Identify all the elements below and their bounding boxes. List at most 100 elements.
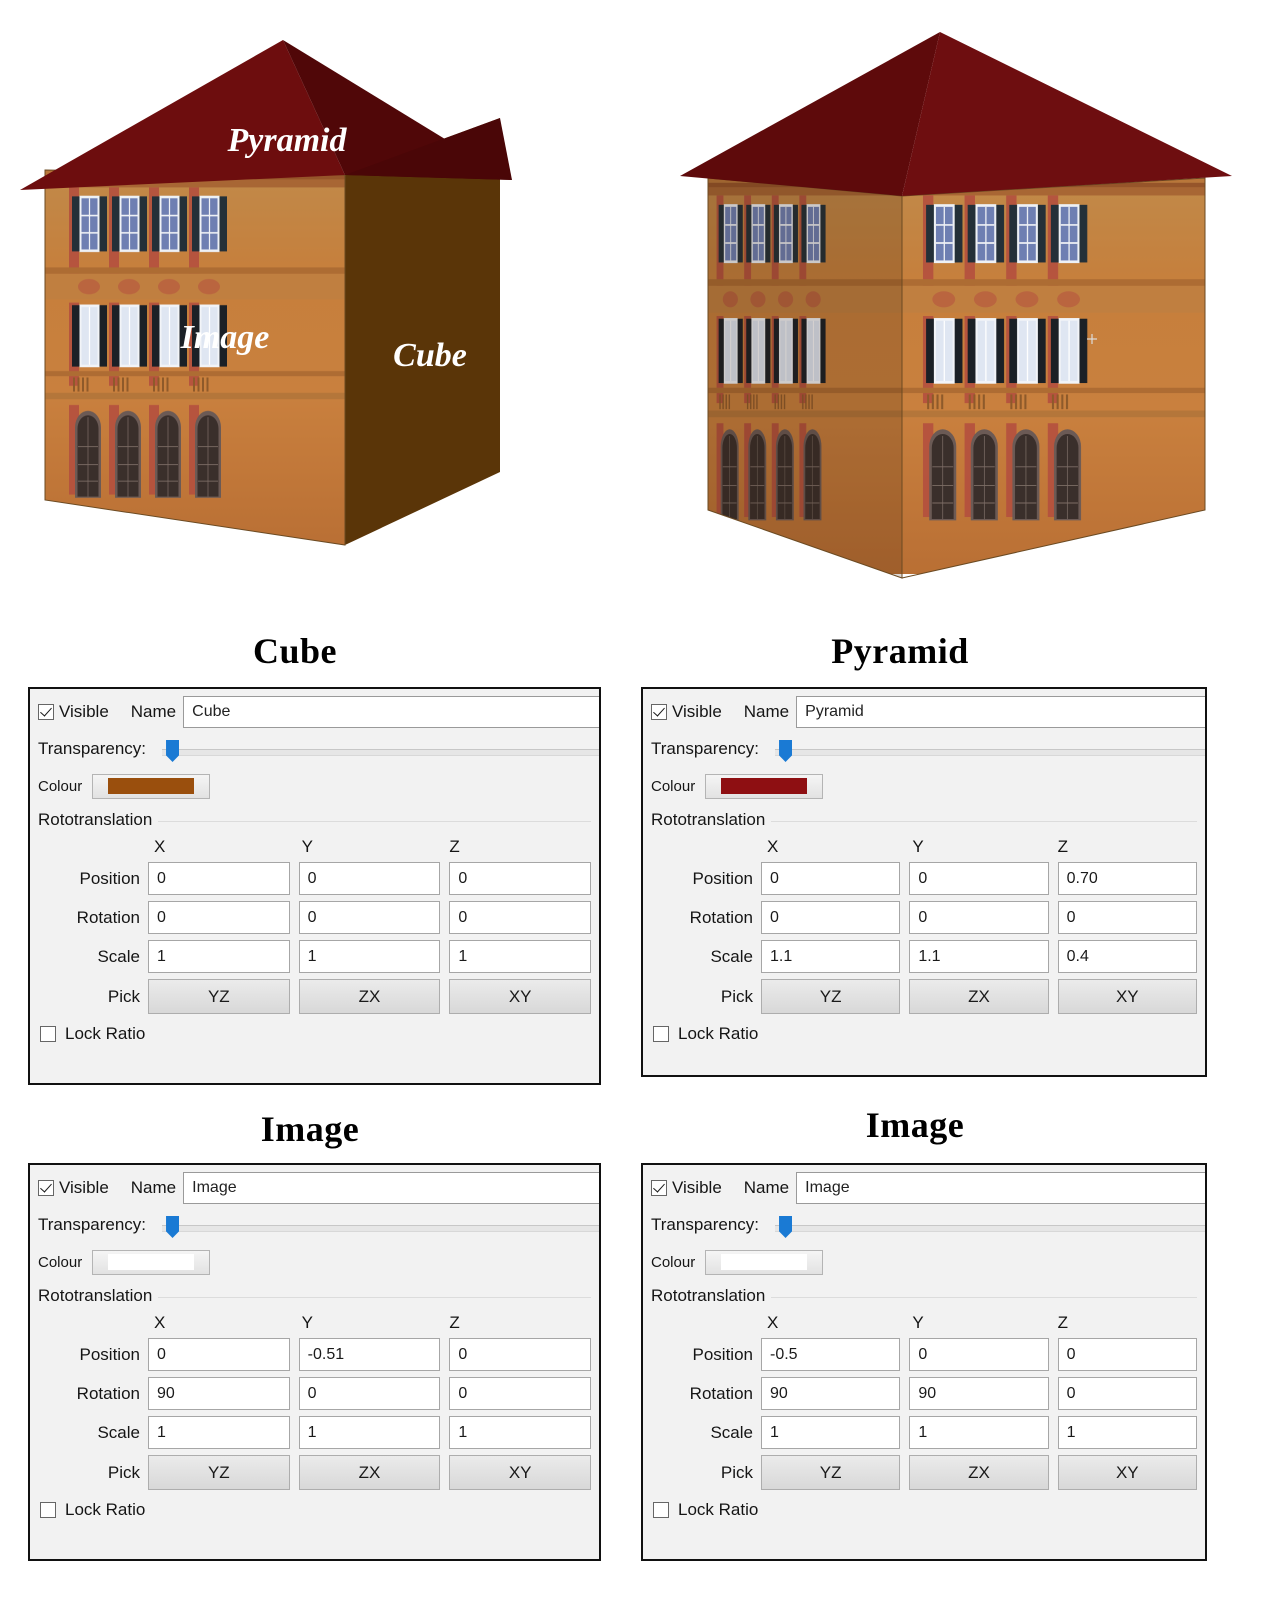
properties-panel-pyramid[interactable]: Visible Name Pyramid Transparency: Colou… — [641, 687, 1207, 1077]
lock-ratio-checkbox[interactable] — [40, 1026, 56, 1042]
pick-yz-button[interactable]: YZ — [148, 1455, 290, 1490]
axis-header-row: X Y Z — [651, 832, 1197, 862]
rotation-z-input[interactable]: 0 — [449, 901, 592, 934]
visible-checkbox[interactable] — [38, 704, 54, 720]
transparency-slider[interactable] — [162, 738, 599, 762]
pick-xy-button[interactable]: XY — [1057, 979, 1197, 1014]
name-input[interactable]: Cube — [183, 696, 599, 728]
rotation-z-input[interactable]: 0 — [1057, 1377, 1197, 1410]
scale-x-input[interactable]: 1.1 — [761, 940, 901, 973]
properties-panel-cube[interactable]: Visible Name Cube Transparency: Colour R… — [28, 687, 601, 1085]
colour-row: Colour — [30, 1245, 599, 1279]
lock-ratio-checkbox[interactable] — [653, 1502, 669, 1518]
position-y-input[interactable]: -0.51 — [298, 1338, 441, 1371]
scale-x-input[interactable]: 1 — [148, 1416, 290, 1449]
pick-row: Pick YZ ZX XY — [38, 1455, 592, 1490]
rotation-row: Rotation 0 0 0 — [651, 901, 1197, 934]
transparency-slider[interactable] — [162, 1214, 599, 1238]
name-input[interactable]: Image — [183, 1172, 599, 1204]
rotation-y-input[interactable]: 90 — [909, 1377, 1049, 1410]
rotation-label: Rotation — [689, 1383, 753, 1403]
visible-checkbox[interactable] — [651, 704, 667, 720]
position-y-input[interactable]: 0 — [909, 862, 1049, 895]
slider-thumb[interactable] — [166, 740, 180, 762]
rotation-z-input[interactable]: 0 — [1057, 901, 1197, 934]
visible-name-row: Visible Name Cube — [30, 689, 599, 729]
colour-button[interactable] — [92, 1249, 211, 1275]
pick-zx-button[interactable]: ZX — [909, 1455, 1049, 1490]
scale-x-input[interactable]: 1 — [761, 1416, 901, 1449]
transparency-slider[interactable] — [775, 738, 1205, 762]
panel-title-cube: Cube — [252, 631, 338, 671]
rotation-x-input[interactable]: 0 — [761, 901, 901, 934]
position-x-input[interactable]: -0.5 — [761, 1338, 901, 1371]
axis-label-z: Z — [1057, 837, 1069, 856]
scale-z-input[interactable]: 0.4 — [1057, 940, 1197, 973]
rotation-x-input[interactable]: 90 — [148, 1377, 290, 1410]
transparency-slider[interactable] — [775, 1214, 1205, 1238]
pick-xy-button[interactable]: XY — [449, 1455, 592, 1490]
axis-label-y: Y — [301, 837, 314, 856]
rotation-y-input[interactable]: 0 — [909, 901, 1049, 934]
rototranslation-group: Rototranslation — [38, 1286, 591, 1306]
name-input[interactable]: Pyramid — [796, 696, 1205, 728]
name-label: Name — [130, 702, 177, 721]
position-z-input[interactable]: 0 — [449, 1338, 592, 1371]
scale-y-input[interactable]: 1.1 — [909, 940, 1049, 973]
scale-y-input[interactable]: 1 — [909, 1416, 1049, 1449]
pick-zx-button[interactable]: ZX — [909, 979, 1049, 1014]
pick-yz-button[interactable]: YZ — [761, 1455, 901, 1490]
rotation-y-input[interactable]: 0 — [298, 901, 441, 934]
render-area: Pyramid Image Cube — [0, 0, 1271, 600]
position-x-input[interactable]: 0 — [148, 1338, 290, 1371]
render-view-left[interactable]: Pyramid Image Cube — [0, 0, 620, 600]
colour-label: Colour — [651, 777, 696, 795]
colour-button[interactable] — [92, 773, 211, 799]
colour-swatch — [108, 778, 195, 794]
render-view-right[interactable] — [640, 0, 1271, 600]
pick-yz-button[interactable]: YZ — [761, 979, 901, 1014]
rotation-z-input[interactable]: 0 — [449, 1377, 592, 1410]
transparency-label: Transparency: — [38, 739, 147, 758]
visible-checkbox[interactable] — [38, 1180, 54, 1196]
scale-y-input[interactable]: 1 — [298, 940, 441, 973]
render-label-image: Image — [180, 319, 270, 356]
scale-z-input[interactable]: 1 — [1057, 1416, 1197, 1449]
pick-xy-button[interactable]: XY — [1057, 1455, 1197, 1490]
lock-ratio-checkbox[interactable] — [40, 1502, 56, 1518]
pick-zx-button[interactable]: ZX — [298, 979, 441, 1014]
position-y-input[interactable]: 0 — [909, 1338, 1049, 1371]
rotation-x-input[interactable]: 90 — [761, 1377, 901, 1410]
slider-thumb[interactable] — [779, 740, 793, 762]
pick-yz-button[interactable]: YZ — [148, 979, 290, 1014]
scale-row: Scale 1 1 1 — [651, 1416, 1197, 1449]
scale-z-input[interactable]: 1 — [449, 940, 592, 973]
slider-thumb[interactable] — [779, 1216, 793, 1238]
scale-x-input[interactable]: 1 — [148, 940, 290, 973]
position-y-input[interactable]: 0 — [298, 862, 441, 895]
name-input[interactable]: Image — [796, 1172, 1205, 1204]
position-z-input[interactable]: 0 — [1057, 1338, 1197, 1371]
slider-track — [775, 749, 1205, 756]
colour-button[interactable] — [705, 773, 824, 799]
position-x-input[interactable]: 0 — [148, 862, 290, 895]
properties-panel-image-right[interactable]: Visible Name Image Transparency: Colour … — [641, 1163, 1207, 1561]
position-x-input[interactable]: 0 — [761, 862, 901, 895]
position-z-input[interactable]: 0 — [449, 862, 592, 895]
scale-label: Scale — [97, 1422, 140, 1442]
rotation-x-input[interactable]: 0 — [148, 901, 290, 934]
slider-thumb[interactable] — [166, 1216, 180, 1238]
scale-y-input[interactable]: 1 — [298, 1416, 441, 1449]
pick-label: Pick — [720, 1462, 753, 1482]
panel-corner-notch — [1177, 1165, 1205, 1167]
position-z-input[interactable]: 0.70 — [1057, 862, 1197, 895]
lock-ratio-checkbox[interactable] — [653, 1026, 669, 1042]
scale-z-input[interactable]: 1 — [449, 1416, 592, 1449]
rototranslation-label: Rototranslation — [651, 810, 772, 830]
colour-button[interactable] — [705, 1249, 824, 1275]
properties-panel-image-left[interactable]: Visible Name Image Transparency: Colour … — [28, 1163, 601, 1561]
rotation-y-input[interactable]: 0 — [298, 1377, 441, 1410]
visible-checkbox[interactable] — [651, 1180, 667, 1196]
pick-zx-button[interactable]: ZX — [298, 1455, 441, 1490]
pick-xy-button[interactable]: XY — [449, 979, 592, 1014]
